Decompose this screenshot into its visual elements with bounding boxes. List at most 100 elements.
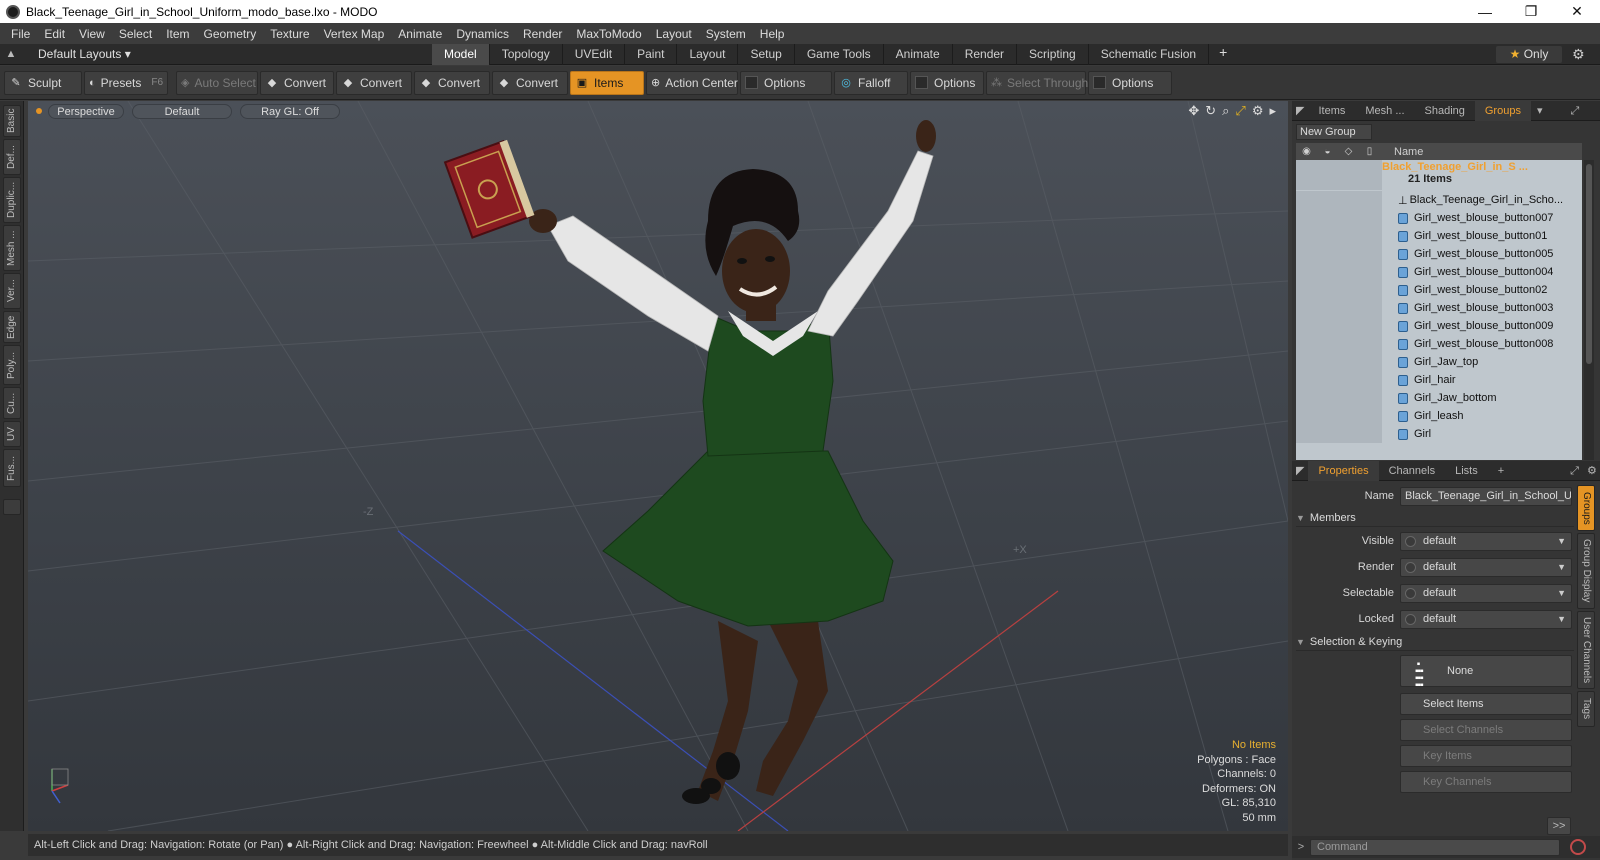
tab-channels[interactable]: Channels xyxy=(1379,461,1445,481)
render-icon[interactable]: ◒ xyxy=(1317,146,1338,157)
viewport-expand-arrow-icon[interactable]: ▸ xyxy=(1269,103,1276,119)
none-button[interactable]: ▪ ▪▪▪ ▪▪▪ ▪▪▪ None xyxy=(1400,655,1572,691)
sculpt-button[interactable]: ✎ Sculpt xyxy=(4,70,82,95)
items-mode-button[interactable]: ▣ Items xyxy=(570,70,644,95)
panel-menu-icon[interactable]: ◤ xyxy=(1292,101,1308,121)
selectable-dropdown[interactable]: default ▼ xyxy=(1400,583,1572,603)
list-item[interactable]: Girl_west_blouse_button003 xyxy=(1296,299,1582,317)
action-center-options-button[interactable]: Options xyxy=(740,70,832,95)
tab-render[interactable]: Render xyxy=(953,43,1018,65)
selection-keying-section[interactable]: ▼ Selection & Keying xyxy=(1296,633,1574,651)
maximize-button[interactable]: ❐ xyxy=(1508,0,1554,23)
name-column-header[interactable]: Name xyxy=(1394,146,1423,158)
menu-maxtomodo[interactable]: MaxToModo xyxy=(569,27,648,41)
maximize-viewport-icon[interactable]: ⤢ xyxy=(1235,103,1245,119)
tab-items[interactable]: Items xyxy=(1308,101,1355,121)
options-checkbox-1[interactable] xyxy=(745,76,758,89)
tab-scripting[interactable]: Scripting xyxy=(1017,43,1089,65)
viewport-menu-icon[interactable] xyxy=(36,108,42,114)
left-tab-mesh[interactable]: Mesh ... xyxy=(3,225,21,271)
select-through-button[interactable]: ⁂ Select Through xyxy=(986,70,1088,95)
menu-dynamics[interactable]: Dynamics xyxy=(449,27,516,41)
convert-button-1[interactable]: ◆ Convert xyxy=(260,70,334,95)
list-item[interactable]: ⊥ Black_Teenage_Girl_in_Scho... xyxy=(1296,191,1582,209)
list-item[interactable]: Girl_Jaw_bottom xyxy=(1296,389,1582,407)
key-channels-button[interactable]: Key Channels xyxy=(1400,771,1572,793)
list-item[interactable]: Girl_west_blouse_button005 xyxy=(1296,245,1582,263)
select-channels-button[interactable]: Select Channels xyxy=(1400,719,1572,741)
menu-select[interactable]: Select xyxy=(112,27,159,41)
list-item[interactable]: Girl_leash xyxy=(1296,407,1582,425)
tree-scrollbar[interactable] xyxy=(1584,160,1594,460)
character-model[interactable] xyxy=(443,120,936,804)
menu-render[interactable]: Render xyxy=(516,27,569,41)
select-through-options-button[interactable]: Options xyxy=(1088,70,1172,95)
minimize-button[interactable]: — xyxy=(1462,0,1508,23)
name-field[interactable]: Black_Teenage_Girl_in_School_Ur xyxy=(1400,486,1572,506)
list-item[interactable]: Girl_west_blouse_button01 xyxy=(1296,227,1582,245)
menu-vertex-map[interactable]: Vertex Map xyxy=(317,27,392,41)
list-item[interactable]: Girl_west_blouse_button004 xyxy=(1296,263,1582,281)
tab-properties[interactable]: Properties xyxy=(1308,460,1379,481)
left-tab-polygon[interactable]: Poly... xyxy=(3,345,21,385)
view-type-selector[interactable]: Perspective xyxy=(48,103,124,119)
falloff-button[interactable]: ◎ Falloff xyxy=(834,70,908,95)
tabs-dropdown-icon[interactable]: ▾ xyxy=(1531,101,1549,121)
gear-icon[interactable]: ⚙ xyxy=(1572,44,1585,65)
left-tab-deform[interactable]: Def... xyxy=(3,139,21,175)
layout-selector[interactable]: Default Layouts ▾ xyxy=(22,47,432,61)
lock-icon[interactable]: ▯ xyxy=(1359,146,1380,157)
menu-system[interactable]: System xyxy=(699,27,753,41)
command-history-arrow-icon[interactable]: > xyxy=(1292,841,1310,853)
tab-setup[interactable]: Setup xyxy=(738,43,795,65)
left-tab-curve[interactable]: Cu... xyxy=(3,387,21,419)
new-group-button[interactable]: New Group xyxy=(1296,124,1372,140)
convert-button-4[interactable]: ◆ Convert xyxy=(492,70,568,95)
visible-dropdown[interactable]: default ▼ xyxy=(1400,531,1572,551)
presets-button[interactable]: ◐ Presets F6 xyxy=(84,70,168,95)
side-tab-group-display[interactable]: Group Display xyxy=(1577,533,1595,609)
visibility-eye-icon[interactable]: ◉ xyxy=(1296,146,1317,157)
menu-file[interactable]: File xyxy=(4,27,37,41)
viewport-settings-gear-icon[interactable]: ⚙ xyxy=(1252,103,1264,119)
only-toggle-button[interactable]: ★ Only xyxy=(1496,46,1562,63)
tab-model[interactable]: Model xyxy=(432,43,490,65)
panel-gear-icon[interactable]: ⚙ xyxy=(1583,461,1600,481)
menu-help[interactable]: Help xyxy=(753,27,792,41)
select-lock-icon[interactable]: ◇ xyxy=(1338,146,1359,157)
shading-selector[interactable]: Default xyxy=(132,103,232,119)
left-tab-extra[interactable] xyxy=(3,499,21,515)
more-options-button[interactable]: >> xyxy=(1547,817,1571,835)
tab-groups[interactable]: Groups xyxy=(1474,100,1531,121)
visible-radio[interactable] xyxy=(1405,535,1416,547)
menu-animate[interactable]: Animate xyxy=(391,27,449,41)
select-items-button[interactable]: Select Items xyxy=(1400,693,1572,715)
tab-game-tools[interactable]: Game Tools xyxy=(795,43,884,65)
viewport-scene[interactable]: -Z +X xyxy=(28,101,1288,831)
falloff-options-button[interactable]: Options xyxy=(910,70,984,95)
action-center-button[interactable]: ⊕ Action Center xyxy=(646,70,738,95)
left-tab-vertex[interactable]: Ver... xyxy=(3,273,21,309)
render-dropdown[interactable]: default ▼ xyxy=(1400,557,1572,577)
record-stop-icon[interactable] xyxy=(1570,839,1586,855)
panel-expand-icon[interactable]: ⤢ xyxy=(1566,101,1583,121)
members-section[interactable]: ▼ Members xyxy=(1296,509,1574,527)
3d-viewport[interactable]: -Z +X Perspective Default Ray GL: Off ✥ … xyxy=(28,101,1288,831)
layout-up-icon[interactable]: ▲ xyxy=(0,48,22,60)
list-item[interactable]: Girl xyxy=(1296,425,1582,443)
list-item[interactable]: Girl_west_blouse_button007 xyxy=(1296,209,1582,227)
side-tab-groups[interactable]: Groups xyxy=(1577,485,1595,531)
move-view-icon[interactable]: ✥ xyxy=(1188,103,1199,119)
menu-layout[interactable]: Layout xyxy=(649,27,699,41)
menu-edit[interactable]: Edit xyxy=(37,27,72,41)
add-tab-plus-icon[interactable]: + xyxy=(1488,461,1514,481)
list-item[interactable]: Girl_west_blouse_button008 xyxy=(1296,335,1582,353)
tab-mesh[interactable]: Mesh ... xyxy=(1355,101,1414,121)
options-checkbox-2[interactable] xyxy=(915,76,928,89)
side-tab-tags[interactable]: Tags xyxy=(1577,691,1595,727)
tab-uvedit[interactable]: UVEdit xyxy=(563,43,626,65)
panel-expand-icon[interactable]: ⤢ xyxy=(1566,461,1583,481)
convert-button-3[interactable]: ◆ Convert xyxy=(414,70,490,95)
scrollbar-thumb[interactable] xyxy=(1586,164,1592,364)
raygl-toggle[interactable]: Ray GL: Off xyxy=(240,103,340,119)
